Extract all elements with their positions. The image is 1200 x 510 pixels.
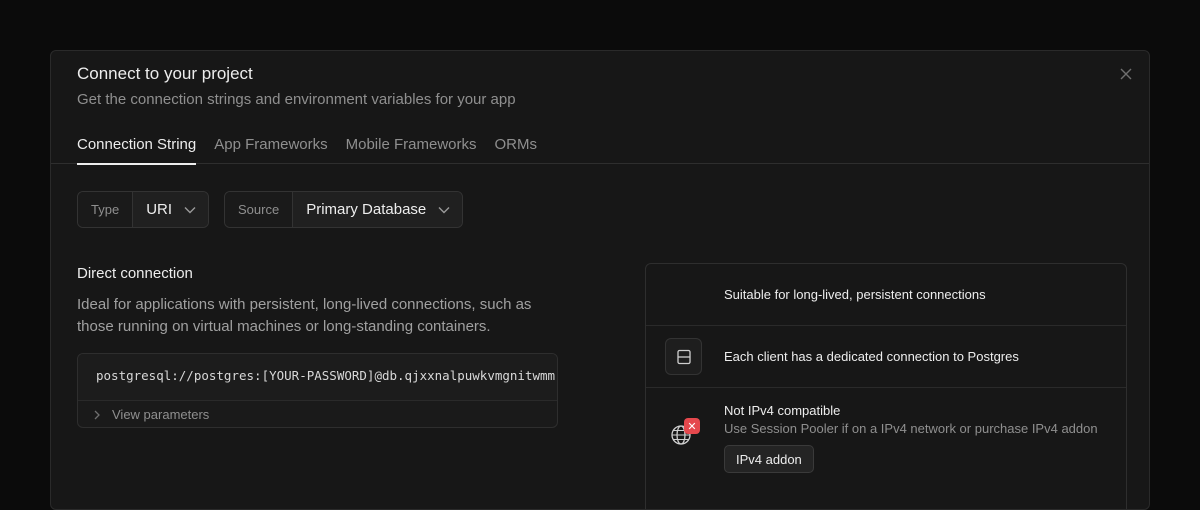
direct-connection-description: Ideal for applications with persistent, … [77,296,532,335]
tab-orms[interactable]: ORMs [495,129,538,164]
close-icon [1120,68,1132,80]
chevron-down-icon [184,206,196,213]
dialog-title: Connect to your project [77,64,253,83]
source-label: Source [225,192,294,227]
view-parameters-toggle[interactable]: View parameters [78,401,557,427]
type-dropdown[interactable]: URI [133,192,209,227]
feature-text-persistent: Suitable for long-lived, persistent conn… [724,287,986,302]
tab-app-frameworks[interactable]: App Frameworks [214,129,327,164]
server-icon-box [665,338,702,375]
connect-dialog: Connect to your project Get the connecti… [50,50,1150,510]
globe-icon-wrap: ✕ [670,418,700,452]
feature-row-dedicated: Each client has a dedicated connection t… [646,326,1126,388]
tab-bar: Connection String App Frameworks Mobile … [51,129,1149,165]
source-dropdown[interactable]: Primary Database [293,192,463,227]
direct-connection-title: Direct connection [77,265,193,282]
view-parameters-label: View parameters [112,407,210,422]
chevron-right-icon [94,410,100,419]
ipv4-addon-button[interactable]: IPv4 addon [724,445,814,473]
feature-row-ipv4: ✕ Not IPv4 compatible Use Session Pooler… [646,388,1126,509]
type-selector: Type URI [77,191,210,228]
connection-features-panel: Suitable for long-lived, persistent conn… [645,263,1127,509]
server-icon [676,349,691,364]
tab-mobile-frameworks[interactable]: Mobile Frameworks [346,129,477,164]
close-button[interactable] [1115,63,1137,85]
error-badge: ✕ [684,418,700,434]
type-value: URI [146,201,173,218]
feature-title-ipv4: Not IPv4 compatible [724,403,841,418]
chevron-down-icon [438,206,450,213]
connection-string[interactable]: postgresql://postgres:[YOUR-PASSWORD]@db… [78,354,557,401]
tab-connection-string[interactable]: Connection String [77,129,197,165]
type-label: Type [78,192,134,227]
feature-row-persistent: Suitable for long-lived, persistent conn… [646,264,1126,326]
dialog-subtitle: Get the connection strings and environme… [77,91,516,108]
feature-text-dedicated: Each client has a dedicated connection t… [724,349,1019,364]
feature-desc-ipv4: Use Session Pooler if on a IPv4 network … [724,421,1098,436]
source-value: Primary Database [306,201,427,218]
connection-string-box: postgresql://postgres:[YOUR-PASSWORD]@db… [77,353,558,428]
source-selector: Source Primary Database [224,191,464,228]
